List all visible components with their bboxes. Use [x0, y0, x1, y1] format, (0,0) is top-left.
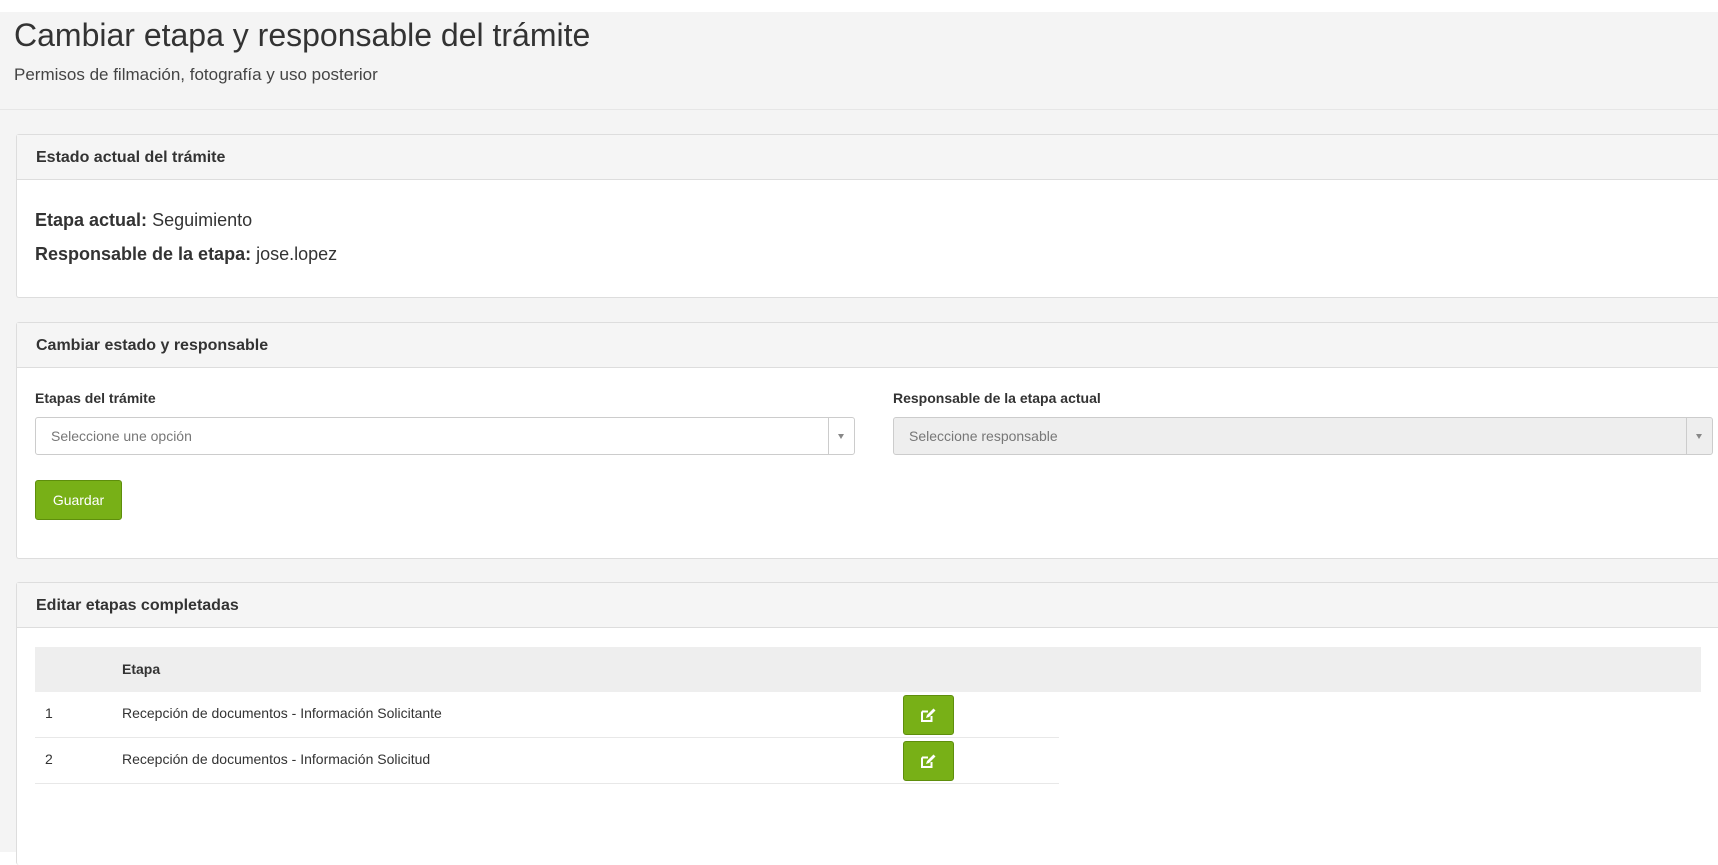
responsable-line: Responsable de la etapa: jose.lopez: [35, 244, 337, 265]
panel-cambiar-heading: Cambiar estado y responsable: [17, 323, 1718, 368]
chevron-down-icon: [838, 434, 844, 439]
page-header: Cambiar etapa y responsable del trámite …: [0, 12, 1718, 110]
row-number: 1: [45, 705, 53, 721]
edit-etapa-button[interactable]: [903, 741, 954, 781]
responsable-select-toggle[interactable]: [1686, 418, 1712, 454]
row-etapa-name: Recepción de documentos - Información So…: [122, 705, 442, 721]
panel-editar-heading: Editar etapas completadas: [17, 583, 1718, 628]
etapas-select[interactable]: Seleccione une opción: [35, 417, 855, 455]
responsable-select-label: Responsable de la etapa actual: [893, 390, 1101, 406]
responsable-value: jose.lopez: [256, 244, 338, 264]
etapa-actual-line: Etapa actual: Seguimiento: [35, 210, 252, 231]
page-subtitle: Permisos de filmación, fotografía y uso …: [14, 65, 378, 84]
row-etapa-name: Recepción de documentos - Información So…: [122, 751, 431, 767]
table-row: 1 Recepción de documentos - Información …: [35, 692, 1059, 738]
responsable-select-placeholder: Seleccione responsable: [909, 428, 1058, 444]
table-header: Etapa: [35, 647, 1701, 692]
row-number: 2: [45, 751, 53, 767]
responsable-label: Responsable de la etapa:: [35, 244, 252, 264]
etapas-select-toggle[interactable]: [828, 418, 854, 454]
chevron-down-icon: [1696, 434, 1702, 439]
save-button[interactable]: Guardar: [35, 480, 122, 520]
panel-estado-actual: Estado actual del trámite Etapa actual: …: [16, 134, 1718, 298]
etapa-actual-value: Seguimiento: [152, 210, 253, 230]
edit-icon: [921, 754, 936, 768]
panel-estado-heading: Estado actual del trámite: [17, 135, 1718, 180]
responsable-select[interactable]: Seleccione responsable: [893, 417, 1713, 455]
etapa-actual-label: Etapa actual:: [35, 210, 148, 230]
edit-icon: [921, 708, 936, 722]
etapas-select-placeholder: Seleccione une opción: [51, 428, 192, 444]
etapas-label: Etapas del trámite: [35, 390, 156, 406]
page-title: Cambiar etapa y responsable del trámite: [14, 17, 591, 53]
column-header-etapa: Etapa: [122, 661, 161, 677]
panel-cambiar-estado: Cambiar estado y responsable Etapas del …: [16, 322, 1718, 559]
edit-etapa-button[interactable]: [903, 695, 954, 735]
table-row: 2 Recepción de documentos - Información …: [35, 738, 1059, 784]
page-content: Cambiar etapa y responsable del trámite …: [0, 12, 1718, 865]
panel-editar-etapas: Editar etapas completadas Etapa 1 Recepc…: [16, 582, 1718, 865]
